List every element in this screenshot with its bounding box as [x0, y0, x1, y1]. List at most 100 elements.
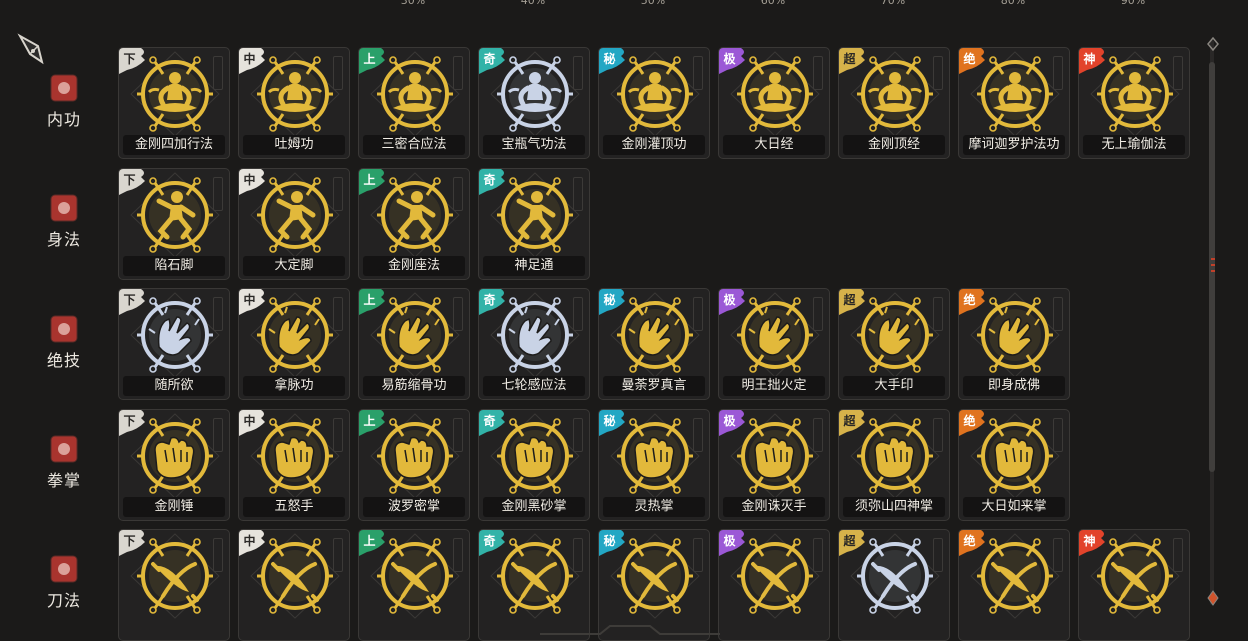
seal-stamp	[693, 56, 703, 90]
skill-card[interactable]: 超大手印	[838, 288, 950, 400]
category-tab-5[interactable]: 刀法	[31, 551, 97, 617]
skill-card[interactable]: 奇金刚黑砂掌	[478, 408, 590, 521]
percent-header: 30% 40% 50% 60% 70% 80% 90%	[0, 0, 1248, 10]
seal-stamp	[813, 56, 823, 90]
scroll-down-icon[interactable]	[1206, 590, 1220, 610]
skill-card[interactable]: 中五怒手	[238, 408, 350, 521]
skill-card[interactable]: 秘金刚灌顶功	[598, 47, 710, 159]
seal-stamp	[213, 297, 223, 331]
skill-card[interactable]: 绝	[958, 529, 1070, 641]
skill-card[interactable]: 极	[718, 529, 830, 641]
tier-badge: 秘	[599, 48, 627, 74]
tier-label: 下	[123, 534, 136, 548]
skill-card[interactable]: 中大定脚	[238, 167, 350, 280]
skill-name: 明王拙火定	[723, 376, 825, 396]
skill-card[interactable]: 神无上瑜伽法	[1078, 47, 1190, 159]
tier-badge: 奇	[479, 409, 507, 436]
skill-name: 神足通	[483, 255, 585, 276]
brush-pen-icon[interactable]	[16, 32, 46, 66]
skill-card[interactable]: 中吐姆功	[238, 47, 350, 159]
tier-badge: 奇	[479, 530, 507, 556]
skill-name: 三密合应法	[363, 135, 465, 155]
tier-badge: 绝	[959, 48, 987, 74]
skill-card[interactable]: 神	[1078, 529, 1190, 641]
seal-stamp	[813, 538, 823, 572]
skill-name: 易筋缩骨功	[363, 376, 465, 396]
tier-badge: 绝	[959, 409, 987, 436]
skill-card[interactable]: 超须弥山四神掌	[838, 408, 950, 521]
bottom-ornament	[540, 620, 720, 639]
skill-card[interactable]: 下随所欲	[118, 288, 230, 400]
skill-card[interactable]: 绝大日如来掌	[958, 408, 1070, 521]
tier-label: 极	[723, 52, 736, 66]
skill-name: 大日经	[723, 135, 825, 155]
skill-card[interactable]: 下金刚锤	[118, 408, 230, 521]
skill-card[interactable]: 下陷石脚	[118, 167, 230, 280]
skill-name: 宝瓶气功法	[483, 135, 585, 155]
category-tab-1[interactable]: 内功	[31, 70, 97, 136]
skill-card[interactable]: 下	[118, 529, 230, 641]
skill-card[interactable]: 上	[358, 529, 470, 641]
scroll-up-icon[interactable]	[1206, 36, 1220, 55]
percent-label: 80%	[1000, 0, 1026, 7]
tier-label: 上	[363, 172, 376, 187]
skill-card[interactable]: 中拿脉功	[238, 288, 350, 400]
tier-label: 秘	[603, 52, 616, 66]
skill-card[interactable]: 奇神足通	[478, 167, 590, 280]
seal-stamp	[453, 56, 463, 90]
skill-card[interactable]: 上波罗密掌	[358, 408, 470, 521]
seal-stamp	[933, 538, 943, 572]
category-label: 绝技	[46, 351, 81, 370]
skill-name: 金刚顶经	[843, 135, 945, 155]
skill-card[interactable]: 极明王拙火定	[718, 288, 830, 400]
category-label: 拳掌	[46, 471, 81, 490]
skill-card[interactable]: 中	[238, 529, 350, 641]
category-tab-4[interactable]: 拳掌	[31, 431, 97, 497]
category-tab-2[interactable]: 身法	[31, 190, 97, 256]
fist-icon	[50, 435, 78, 463]
category-label: 刀法	[46, 591, 81, 610]
seal-stamp	[693, 538, 703, 572]
tier-label: 超	[843, 293, 856, 307]
skill-card[interactable]: 奇宝瓶气功法	[478, 47, 590, 159]
tier-badge: 神	[1079, 530, 1107, 556]
tier-badge: 绝	[959, 289, 987, 315]
tier-label: 奇	[483, 534, 496, 548]
skill-card[interactable]: 绝摩诃迦罗护法功	[958, 47, 1070, 159]
scrollbar-thumb[interactable]	[1209, 62, 1215, 472]
seal-stamp	[453, 417, 463, 452]
skill-card[interactable]: 上易筋缩骨功	[358, 288, 470, 400]
meditation-icon	[50, 74, 78, 102]
skill-card[interactable]: 下金刚四加行法	[118, 47, 230, 159]
tier-label: 上	[363, 52, 376, 66]
tier-label: 超	[843, 534, 856, 548]
tier-badge: 超	[839, 409, 867, 436]
seal-stamp	[1053, 297, 1063, 331]
skill-card[interactable]: 秘曼荼罗真言	[598, 288, 710, 400]
percent-label: 90%	[1120, 0, 1146, 7]
tier-label: 奇	[483, 293, 496, 307]
seal-stamp	[213, 538, 223, 572]
skill-card[interactable]: 极大日经	[718, 47, 830, 159]
seal-stamp	[213, 56, 223, 90]
skill-card[interactable]: 奇七轮感应法	[478, 288, 590, 400]
tier-label: 绝	[963, 293, 976, 307]
skill-name: 吐姆功	[243, 135, 345, 155]
skill-card[interactable]: 超金刚顶经	[838, 47, 950, 159]
skill-card[interactable]: 上三密合应法	[358, 47, 470, 159]
skill-card[interactable]: 极金刚诛灭手	[718, 408, 830, 521]
skill-card[interactable]: 绝即身成佛	[958, 288, 1070, 400]
skill-card[interactable]: 秘灵热掌	[598, 408, 710, 521]
tier-label: 下	[123, 172, 136, 187]
category-tab-3[interactable]: 绝技	[31, 311, 97, 377]
seal-stamp	[333, 297, 343, 331]
skill-card[interactable]: 上金刚座法	[358, 167, 470, 280]
skill-card[interactable]: 超	[838, 529, 950, 641]
tier-label: 神	[1083, 534, 1096, 548]
seal-stamp	[213, 176, 223, 211]
seal-stamp	[453, 538, 463, 572]
skill-name: 即身成佛	[963, 376, 1065, 396]
skill-name: 拿脉功	[243, 376, 345, 396]
tier-label: 极	[723, 413, 736, 428]
skill-name: 陷石脚	[123, 255, 225, 276]
